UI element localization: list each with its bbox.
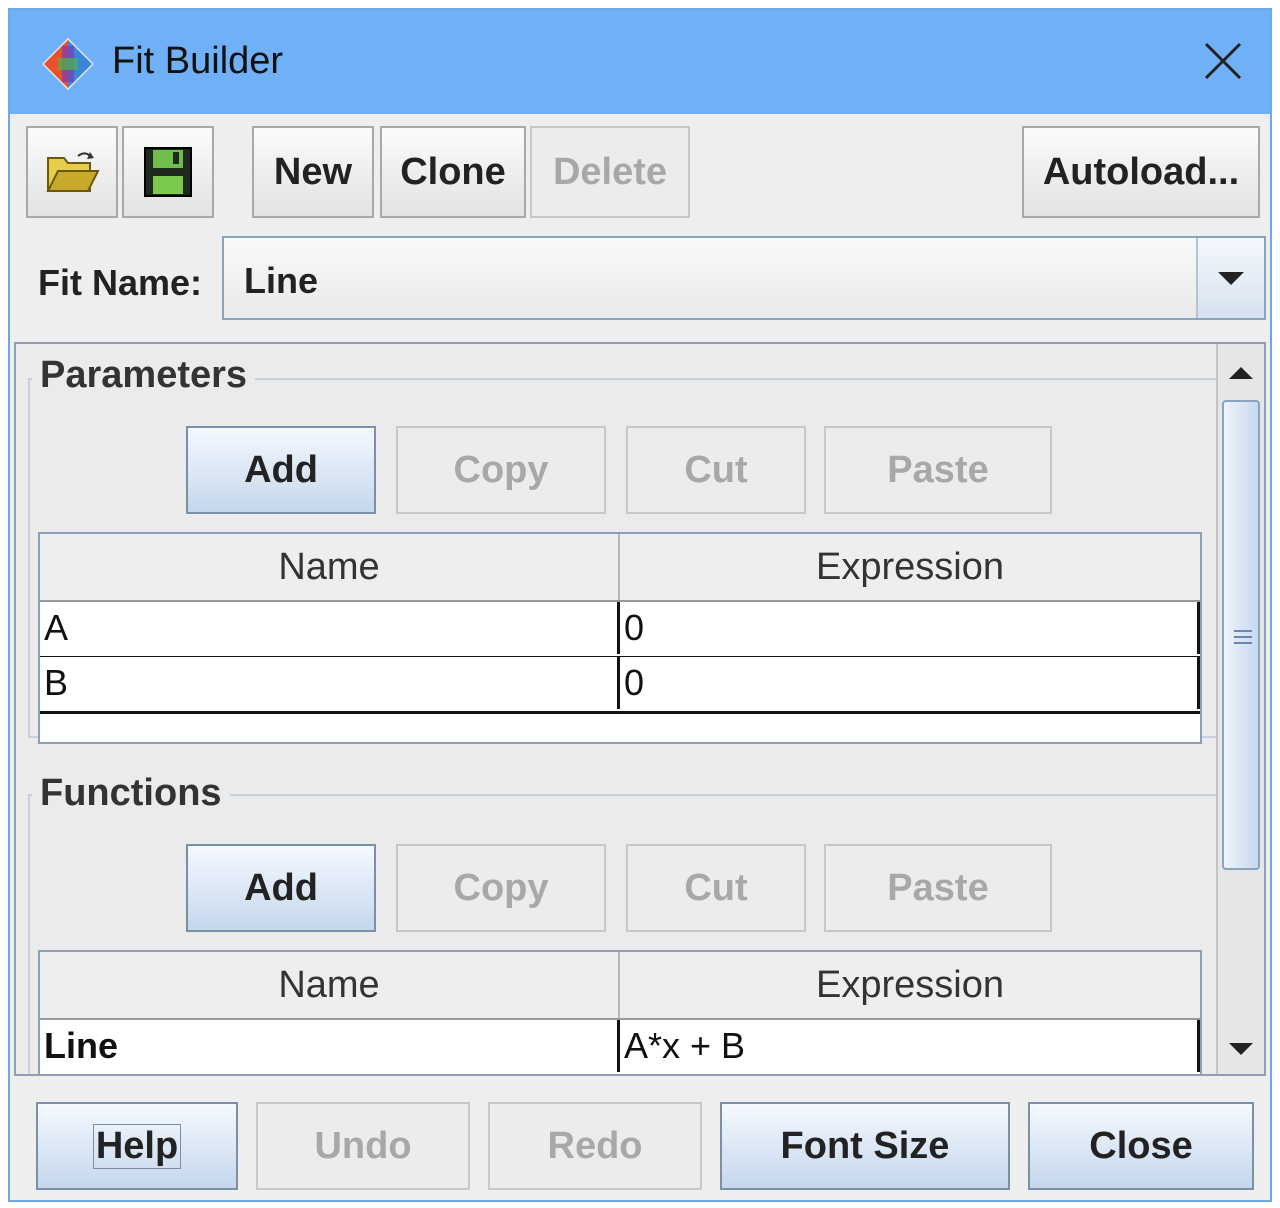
floppy-disk-icon	[144, 147, 192, 197]
table-row[interactable]: Line A*x + B	[40, 1020, 1200, 1074]
redo-button[interactable]: Redo	[488, 1102, 702, 1190]
paste-parameter-button[interactable]: Paste	[824, 426, 1052, 514]
function-expression-cell[interactable]: A*x + B	[620, 1020, 1200, 1072]
undo-button[interactable]: Undo	[256, 1102, 470, 1190]
parameters-title: Parameters	[32, 354, 256, 397]
save-button[interactable]	[122, 126, 214, 218]
help-button-label: Help	[92, 1123, 182, 1169]
open-button[interactable]	[26, 126, 118, 218]
cut-parameter-button[interactable]: Cut	[626, 426, 806, 514]
column-header-name[interactable]: Name	[40, 534, 620, 600]
new-fit-button[interactable]: New	[252, 126, 374, 218]
fit-scroll-pane[interactable]: Parameters Add Copy Cut Paste Name Expre…	[14, 342, 1266, 1076]
chevron-down-icon	[1218, 272, 1244, 285]
folder-open-icon	[46, 152, 100, 192]
grip-line	[1234, 642, 1252, 644]
parameter-name-cell[interactable]: B	[40, 657, 620, 709]
parameters-table[interactable]: Name Expression A 0 B 0	[38, 532, 1202, 744]
table-header: Name Expression	[40, 952, 1200, 1020]
vertical-scrollbar[interactable]	[1216, 344, 1264, 1074]
cut-function-button[interactable]: Cut	[626, 844, 806, 932]
close-window-icon[interactable]	[1198, 36, 1248, 86]
window-title: Fit Builder	[112, 40, 284, 82]
close-button[interactable]: Close	[1028, 1102, 1254, 1190]
column-header-name[interactable]: Name	[40, 952, 620, 1018]
add-parameter-button[interactable]: Add	[186, 426, 376, 514]
font-size-button[interactable]: Font Size	[720, 1102, 1010, 1190]
functions-title: Functions	[32, 772, 230, 815]
fit-name-label: Fit Name:	[38, 262, 203, 303]
function-name-cell[interactable]: Line	[40, 1020, 620, 1072]
dropdown-arrow-button[interactable]	[1196, 238, 1264, 318]
parameter-expression-cell[interactable]: 0	[620, 657, 1200, 709]
table-header: Name Expression	[40, 534, 1200, 602]
title-bar[interactable]: Fit Builder	[10, 10, 1270, 114]
fit-builder-window: Fit Builder New Clone Delete Autoload...…	[8, 8, 1272, 1202]
parameter-expression-cell[interactable]: 0	[620, 602, 1200, 654]
column-header-expression[interactable]: Expression	[620, 952, 1200, 1018]
clone-fit-button[interactable]: Clone	[380, 126, 526, 218]
column-header-expression[interactable]: Expression	[620, 534, 1200, 600]
table-row[interactable]: B 0	[40, 657, 1200, 714]
add-function-button[interactable]: Add	[186, 844, 376, 932]
copy-function-button[interactable]: Copy	[396, 844, 606, 932]
help-button[interactable]: Help	[36, 1102, 238, 1190]
fit-name-value[interactable]: Line	[244, 260, 318, 302]
grip-line	[1234, 630, 1252, 632]
arrow-up-icon	[1229, 367, 1253, 379]
parameter-name-cell[interactable]: A	[40, 602, 620, 654]
fit-name-dropdown[interactable]: Line	[222, 236, 1266, 320]
app-logo-icon	[42, 38, 94, 90]
table-row[interactable]: A 0	[40, 602, 1200, 659]
copy-parameter-button[interactable]: Copy	[396, 426, 606, 514]
delete-fit-button[interactable]: Delete	[530, 126, 690, 218]
arrow-down-icon	[1229, 1043, 1253, 1055]
scrollbar-thumb[interactable]	[1222, 400, 1260, 870]
scroll-up-button[interactable]	[1218, 348, 1264, 398]
paste-function-button[interactable]: Paste	[824, 844, 1052, 932]
autoload-button[interactable]: Autoload...	[1022, 126, 1260, 218]
functions-table[interactable]: Name Expression Line A*x + B	[38, 950, 1202, 1074]
grip-line	[1234, 636, 1252, 638]
scroll-down-button[interactable]	[1218, 1024, 1264, 1074]
